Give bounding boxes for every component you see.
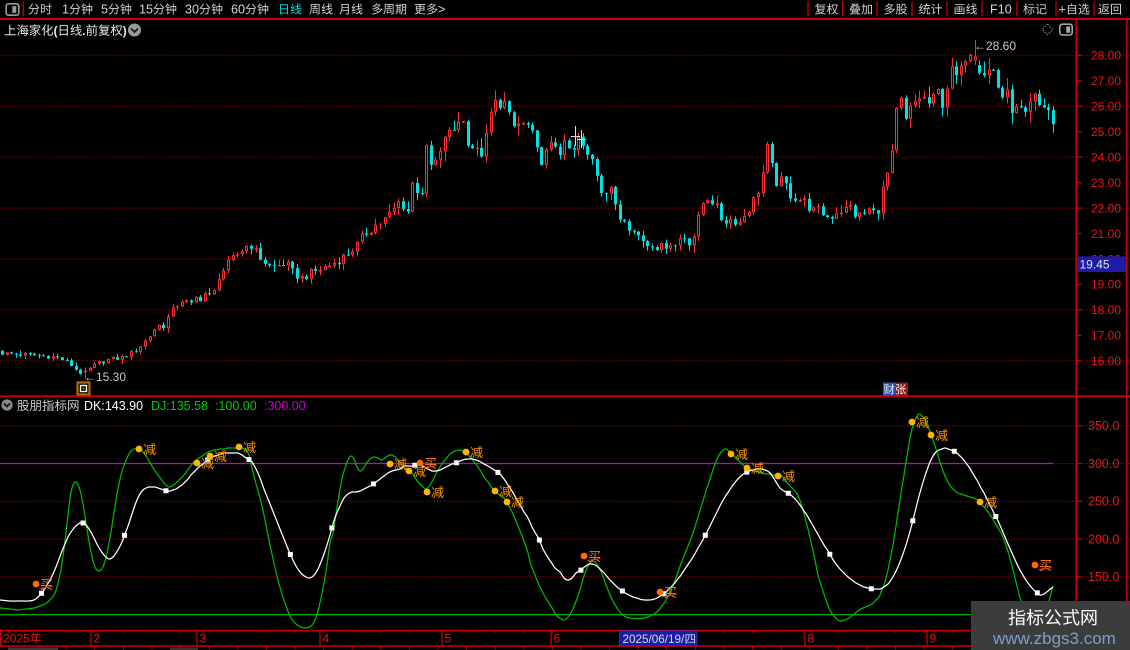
- svg-text:>: >: [438, 3, 445, 17]
- svg-text:150.0: 150.0: [1088, 570, 1119, 584]
- svg-text:www.zbgs3.com: www.zbgs3.com: [992, 629, 1116, 648]
- svg-text:28.00: 28.00: [1091, 49, 1121, 63]
- svg-text:19.45: 19.45: [1080, 258, 1110, 272]
- svg-text:2: 2: [94, 632, 101, 646]
- svg-text:8: 8: [808, 632, 815, 646]
- svg-text::100.00: :100.00: [215, 399, 257, 413]
- svg-text:26.00: 26.00: [1091, 100, 1121, 114]
- svg-text:): ): [123, 24, 127, 38]
- svg-text:23.00: 23.00: [1091, 176, 1121, 190]
- svg-text:.: .: [82, 24, 85, 38]
- svg-text:(: (: [54, 24, 58, 38]
- svg-text:27.00: 27.00: [1091, 74, 1121, 88]
- svg-text:6: 6: [554, 632, 561, 646]
- svg-text:+: +: [1059, 3, 1066, 17]
- svg-text:3: 3: [200, 632, 207, 646]
- svg-text:15: 15: [139, 3, 153, 17]
- svg-text:←28.60: ←28.60: [974, 39, 1016, 53]
- svg-text:16.00: 16.00: [1091, 354, 1121, 368]
- svg-text:24.00: 24.00: [1091, 150, 1121, 164]
- svg-text:22.00: 22.00: [1091, 201, 1121, 215]
- svg-text:5: 5: [101, 3, 108, 17]
- svg-text:30: 30: [185, 3, 199, 17]
- svg-text:21.00: 21.00: [1091, 227, 1121, 241]
- svg-text:DJ:135.58: DJ:135.58: [151, 399, 208, 413]
- svg-text:5: 5: [445, 632, 452, 646]
- svg-text:4: 4: [323, 632, 330, 646]
- svg-text:F10: F10: [990, 3, 1012, 17]
- svg-text:19.00: 19.00: [1091, 278, 1121, 292]
- svg-text:250.0: 250.0: [1088, 495, 1119, 509]
- svg-text:2025/06/19/: 2025/06/19/: [623, 633, 685, 646]
- svg-text:60: 60: [231, 3, 245, 17]
- svg-text:17.00: 17.00: [1091, 329, 1121, 343]
- svg-text:2025: 2025: [3, 632, 30, 646]
- svg-text:1: 1: [62, 3, 69, 17]
- svg-text:200.0: 200.0: [1088, 532, 1119, 546]
- svg-text:300.0: 300.0: [1088, 457, 1119, 471]
- svg-text:350.0: 350.0: [1088, 419, 1119, 433]
- svg-text:25.00: 25.00: [1091, 125, 1121, 139]
- svg-text:9: 9: [930, 632, 937, 646]
- svg-text::300.00: :300.00: [264, 399, 306, 413]
- svg-text:18.00: 18.00: [1091, 303, 1121, 317]
- svg-text:DK:143.90: DK:143.90: [84, 399, 143, 413]
